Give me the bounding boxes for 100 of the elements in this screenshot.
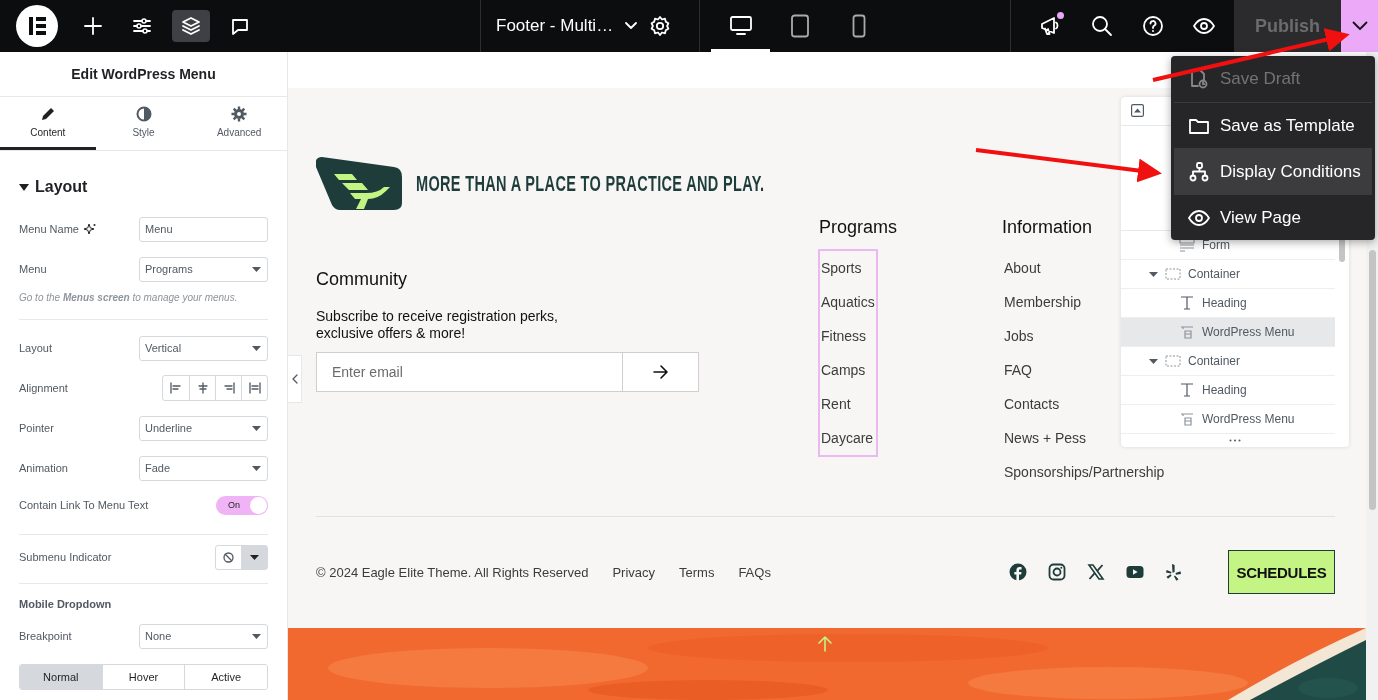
footer-link[interactable]: Jobs (1004, 319, 1034, 353)
navigator-item[interactable]: WordPress Menu (1121, 405, 1335, 435)
sparkle-icon[interactable] (83, 223, 96, 235)
footer-link[interactable]: Camps (821, 353, 866, 387)
eagle-logo-icon[interactable] (316, 157, 402, 210)
icon-picker[interactable] (215, 544, 268, 570)
navigator-item[interactable]: Container (1121, 347, 1335, 377)
field-label: Breakpoint (19, 630, 72, 642)
align-left-icon (170, 382, 182, 394)
field-label: Contain Link To Menu Text (19, 499, 149, 511)
arrow-up-icon[interactable] (818, 636, 832, 652)
footer-link[interactable]: Fitness (821, 319, 867, 353)
footer-link[interactable]: Contacts (1004, 387, 1060, 421)
caret-icon (252, 345, 261, 351)
field-label: Animation (19, 462, 68, 474)
caret-icon[interactable] (1149, 271, 1158, 277)
footer-link[interactable]: News + Pess (1004, 421, 1087, 455)
speech-bubble-icon (230, 16, 250, 36)
select-field[interactable]: Programs (139, 256, 268, 282)
panel-title: Edit WordPress Menu (0, 52, 287, 97)
facebook-icon[interactable] (1008, 563, 1027, 581)
footer-link[interactable]: FAQs (738, 564, 771, 580)
collapse-icon[interactable] (1131, 104, 1144, 118)
caret-icon (1351, 21, 1368, 31)
caret-icon[interactable] (1149, 358, 1158, 364)
panel-tab[interactable]: Content (0, 97, 96, 150)
collapse-handle[interactable] (288, 355, 302, 403)
instagram-icon[interactable] (1047, 563, 1066, 581)
caret-icon[interactable] (625, 22, 638, 30)
x-icon[interactable] (1086, 563, 1105, 581)
footer-link[interactable]: Terms (679, 564, 715, 580)
footer-link[interactable]: FAQ (1004, 353, 1032, 387)
footer-link[interactable]: Aquatics (821, 285, 875, 319)
settings-icon[interactable] (649, 15, 672, 37)
elementor-logo[interactable] (16, 5, 58, 47)
panel-tab[interactable]: Style (95, 97, 192, 150)
resize-handle-icon[interactable] (1229, 439, 1241, 443)
desktop-icon (728, 14, 753, 38)
schedules-button[interactable]: SCHEDULES (1228, 550, 1335, 594)
caret-icon (252, 465, 261, 471)
footer-link[interactable]: Sponsorships/Partnership (1004, 455, 1165, 489)
arrow-right-icon (652, 365, 669, 379)
align-center-icon (196, 382, 209, 394)
gear-icon (231, 106, 248, 122)
youtube-icon[interactable] (1125, 563, 1144, 581)
toggle-switch[interactable]: On (216, 495, 268, 515)
text-field[interactable]: Menu (139, 216, 268, 242)
footer-link[interactable]: Privacy (612, 564, 655, 580)
subscribe-text: Subscribe to receive registration perks, exclusive offers & more! (316, 308, 559, 342)
caret-icon (252, 266, 261, 272)
sliders-icon (132, 16, 152, 36)
tagline: MORE THAN A PLACE TO PRACTICE AND PLAY. (416, 170, 765, 197)
footer-link[interactable]: Rent (821, 387, 851, 421)
hierarchy-icon (1188, 160, 1210, 183)
state-tab[interactable]: Normal (20, 665, 102, 689)
document-title[interactable]: Footer - Multi… (496, 16, 614, 36)
footer-link[interactable]: About (1004, 251, 1041, 285)
pencil-icon (39, 106, 56, 122)
footer-link[interactable]: Membership (1004, 285, 1082, 319)
menu-heading: Information (1002, 217, 1094, 239)
field-label: Submenu Indicator (19, 551, 112, 563)
container-icon (1165, 266, 1181, 283)
menu-item[interactable]: View Page (1174, 194, 1372, 240)
field-label: Pointer (19, 422, 54, 434)
menu-heading: Programs (819, 217, 899, 239)
panel-tab[interactable]: Advanced (191, 97, 287, 150)
search-icon[interactable] (1090, 15, 1113, 37)
state-tab[interactable]: Active (184, 665, 267, 689)
caret-icon (252, 633, 261, 639)
footer-link[interactable]: Sports (821, 251, 862, 285)
more-options-button[interactable] (1341, 0, 1378, 52)
submit-button[interactable] (623, 352, 699, 392)
field-label: Menu (19, 263, 47, 275)
align-right-icon (222, 382, 235, 394)
select-field[interactable]: Fade (139, 455, 268, 481)
form-icon (1179, 237, 1195, 254)
yelp-icon[interactable] (1164, 563, 1183, 581)
chevron-left-icon (291, 374, 298, 384)
caret-icon[interactable] (19, 183, 29, 191)
section-title[interactable]: Layout (35, 178, 88, 196)
subsection-title: Mobile Dropdown (19, 597, 113, 612)
toolbar-button[interactable] (172, 10, 210, 42)
container-icon (1165, 353, 1181, 370)
navigator-item[interactable]: Heading (1121, 376, 1335, 406)
layers-icon (181, 16, 201, 36)
align-justify-icon (248, 382, 261, 394)
menu-icon (1179, 324, 1195, 341)
footer-link[interactable]: Daycare (821, 421, 874, 455)
caret-icon (249, 554, 259, 560)
navigator-item[interactable]: WordPress Menu (1121, 318, 1335, 348)
contrast-icon (135, 106, 152, 122)
menu-item[interactable]: Display Conditions (1174, 148, 1372, 194)
email-field[interactable]: Enter email (316, 352, 623, 392)
select-field[interactable]: None (139, 623, 268, 649)
navigator-item[interactable]: Container (1121, 260, 1335, 290)
text-icon (1179, 382, 1195, 399)
scrollbar-thumb[interactable] (1369, 250, 1376, 510)
select-field[interactable]: Underline (139, 415, 268, 441)
select-field[interactable]: Vertical (139, 335, 268, 361)
help-icon[interactable] (1141, 15, 1164, 37)
